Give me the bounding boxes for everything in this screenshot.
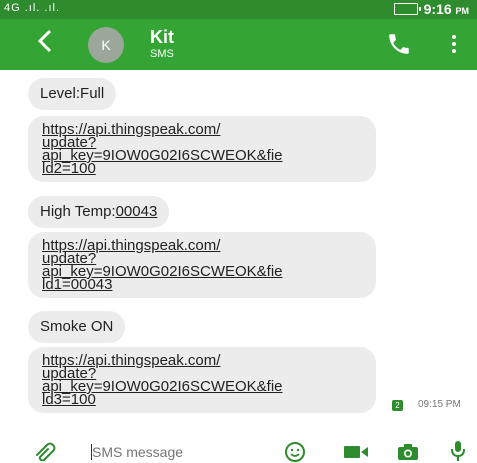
message-bubble[interactable]: https://api.thingspeak.com/ update? api_… <box>28 232 376 298</box>
phone-icon[interactable] <box>386 31 412 57</box>
message-timestamp: 09:15 PM <box>418 399 461 410</box>
phone-number-link[interactable]: 00043 <box>116 203 158 220</box>
sms-message-input[interactable] <box>92 444 252 460</box>
message-bubble[interactable]: Smoke ON <box>28 311 126 343</box>
message-bubble[interactable]: https://api.thingspeak.com/ update? api_… <box>28 347 376 413</box>
attachment-icon[interactable] <box>34 441 58 461</box>
back-button[interactable] <box>36 28 54 60</box>
status-bar: 4G .ıl. .ıl. 9:16 PM <box>0 0 477 19</box>
message-text: Level:Full <box>40 85 105 102</box>
message-text: High Temp: <box>40 203 116 220</box>
clock: 9:16 PM <box>423 1 469 17</box>
contact-name: Kit <box>150 27 174 47</box>
camera-icon[interactable] <box>396 442 420 462</box>
battery-icon <box>393 3 421 15</box>
chevron-left-icon <box>37 29 52 53</box>
overflow-menu-icon[interactable] <box>452 35 458 55</box>
emoji-icon[interactable] <box>284 441 306 463</box>
avatar[interactable]: K <box>88 27 124 63</box>
microphone-icon[interactable] <box>450 440 466 462</box>
message-bubble[interactable]: https://api.thingspeak.com/ update? api_… <box>28 116 376 182</box>
contact-info[interactable]: Kit SMS <box>150 27 174 61</box>
compose-bar <box>0 438 477 463</box>
message-text: Smoke ON <box>40 318 114 335</box>
message-bubble[interactable]: Level:Full <box>28 78 117 110</box>
signal-indicator: 4G .ıl. .ıl. <box>4 2 61 14</box>
message-bubble[interactable]: High Temp:00043 <box>28 196 170 228</box>
contact-subtitle: SMS <box>150 48 174 60</box>
app-bar: K Kit SMS <box>0 19 477 70</box>
sim-badge: 2 <box>392 400 403 411</box>
status-right: 9:16 PM <box>393 1 469 17</box>
video-icon[interactable] <box>343 444 369 460</box>
